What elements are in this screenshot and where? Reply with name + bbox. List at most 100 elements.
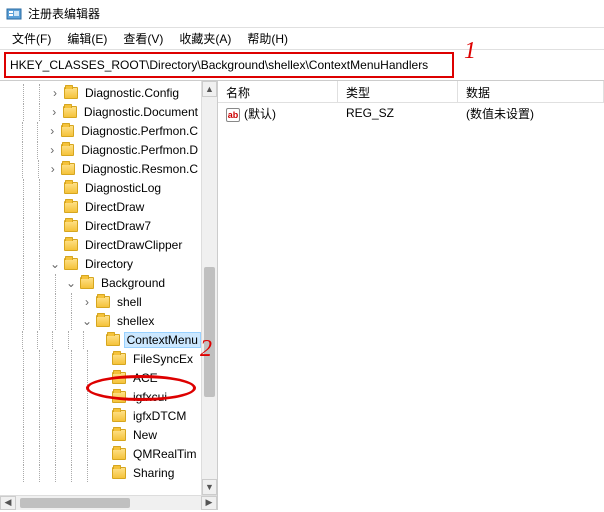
col-header-data[interactable]: 数据 bbox=[458, 81, 604, 102]
tree-item[interactable]: FileSyncEx bbox=[0, 350, 201, 368]
folder-icon bbox=[112, 410, 126, 422]
tree-item[interactable]: igfxDTCM bbox=[0, 407, 201, 425]
scroll-down-button[interactable]: ▼ bbox=[202, 479, 217, 495]
list-row[interactable]: ab(默认) REG_SZ (数值未设置) bbox=[218, 103, 604, 123]
tree-label: Sharing bbox=[130, 465, 177, 481]
tree-label: DiagnosticLog bbox=[82, 180, 164, 196]
scroll-up-button[interactable]: ▲ bbox=[202, 81, 217, 97]
col-header-name[interactable]: 名称 bbox=[218, 81, 338, 102]
tree-item[interactable]: DiagnosticLog bbox=[0, 179, 201, 197]
tree-item[interactable]: ACE bbox=[0, 369, 201, 387]
scroll-track[interactable] bbox=[202, 97, 217, 479]
tree-item[interactable]: › Diagnostic.Document bbox=[0, 103, 201, 121]
chevron-down-icon[interactable]: ⌄ bbox=[80, 314, 94, 328]
tree-item[interactable]: QMRealTim bbox=[0, 445, 201, 463]
chevron-down-icon[interactable]: ⌄ bbox=[64, 276, 78, 290]
tree-leaf-icon bbox=[96, 352, 110, 366]
tree-item[interactable]: › Diagnostic.Perfmon.C bbox=[0, 122, 201, 140]
menu-help[interactable]: 帮助(H) bbox=[239, 28, 296, 49]
tree-item[interactable]: DirectDrawClipper bbox=[0, 236, 201, 254]
tree-item[interactable]: › Diagnostic.Config bbox=[0, 84, 201, 102]
tree-label: Diagnostic.Document bbox=[81, 104, 201, 120]
menu-view[interactable]: 查看(V) bbox=[115, 28, 171, 49]
chevron-down-icon[interactable]: ⌄ bbox=[48, 257, 62, 271]
tree-item[interactable]: › shell bbox=[0, 293, 201, 311]
tree-pane: ›Diagnostic.Config›Diagnostic.Document›D… bbox=[0, 81, 218, 510]
registry-tree[interactable]: ›Diagnostic.Config›Diagnostic.Document›D… bbox=[0, 81, 201, 485]
folder-icon bbox=[61, 163, 75, 175]
chevron-right-icon[interactable]: › bbox=[47, 105, 61, 119]
chevron-right-icon[interactable]: › bbox=[80, 295, 94, 309]
tree-item[interactable]: ⌄ Background bbox=[0, 274, 201, 292]
tree-item[interactable]: ContextMenu bbox=[0, 331, 201, 349]
folder-icon bbox=[112, 391, 126, 403]
window-title: 注册表编辑器 bbox=[28, 5, 100, 22]
scroll-thumb[interactable] bbox=[204, 267, 215, 397]
tree-item[interactable]: ⌄shellex bbox=[0, 312, 201, 330]
tree-label: New bbox=[130, 427, 160, 443]
menu-file[interactable]: 文件(F) bbox=[4, 28, 59, 49]
menubar: 文件(F) 编辑(E) 查看(V) 收藏夹(A) 帮助(H) bbox=[0, 28, 604, 50]
tree-leaf-icon bbox=[48, 238, 62, 252]
content-area: ›Diagnostic.Config›Diagnostic.Document›D… bbox=[0, 80, 604, 510]
folder-icon bbox=[96, 315, 110, 327]
folder-icon bbox=[61, 125, 74, 137]
scroll-left-button[interactable]: ◀ bbox=[0, 496, 16, 510]
list-pane: 名称 类型 数据 ab(默认) REG_SZ (数值未设置) bbox=[218, 81, 604, 510]
chevron-right-icon[interactable]: › bbox=[46, 162, 59, 176]
folder-icon bbox=[112, 353, 126, 365]
tree-label: Diagnostic.Perfmon.C bbox=[78, 123, 201, 139]
menu-edit[interactable]: 编辑(E) bbox=[59, 28, 115, 49]
row-type: REG_SZ bbox=[338, 104, 458, 122]
tree-leaf-icon bbox=[48, 219, 62, 233]
address-bar[interactable] bbox=[4, 52, 454, 78]
tree-label: ContextMenu bbox=[124, 332, 201, 348]
address-input[interactable] bbox=[10, 58, 448, 72]
menu-favorites[interactable]: 收藏夹(A) bbox=[171, 28, 239, 49]
tree-leaf-icon bbox=[91, 333, 104, 347]
tree-leaf-icon bbox=[48, 200, 62, 214]
folder-icon bbox=[64, 258, 78, 270]
folder-icon bbox=[64, 87, 78, 99]
tree-item[interactable]: DirectDraw7 bbox=[0, 217, 201, 235]
tree-item[interactable]: Sharing bbox=[0, 464, 201, 482]
folder-icon bbox=[112, 467, 126, 479]
folder-icon bbox=[64, 182, 78, 194]
list-header: 名称 类型 数据 bbox=[218, 81, 604, 103]
tree-item[interactable]: New bbox=[0, 426, 201, 444]
tree-item[interactable]: ›Diagnostic.Resmon.C bbox=[0, 160, 201, 178]
tree-item[interactable]: › Diagnostic.Perfmon.D bbox=[0, 141, 201, 159]
tree-label: igfxDTCM bbox=[130, 408, 189, 424]
tree-item[interactable]: igfxcui bbox=[0, 388, 201, 406]
col-header-type[interactable]: 类型 bbox=[338, 81, 458, 102]
tree-label: Background bbox=[98, 275, 168, 291]
row-name: ab(默认) bbox=[218, 103, 338, 124]
scroll-h-thumb[interactable] bbox=[20, 498, 130, 508]
folder-icon bbox=[61, 144, 74, 156]
tree-scrollbar-vertical[interactable]: ▲ ▼ bbox=[201, 81, 217, 495]
folder-icon bbox=[80, 277, 94, 289]
tree-leaf-icon bbox=[96, 371, 110, 385]
tree-scrollbar-horizontal[interactable]: ◀ ▶ bbox=[0, 495, 217, 510]
row-data: (数值未设置) bbox=[458, 103, 604, 124]
tree-item[interactable]: DirectDraw bbox=[0, 198, 201, 216]
tree-label: igfxcui bbox=[130, 389, 170, 405]
folder-icon bbox=[112, 429, 126, 441]
scroll-h-track[interactable] bbox=[16, 496, 201, 510]
tree-label: FileSyncEx bbox=[130, 351, 196, 367]
tree-label: Diagnostic.Config bbox=[82, 85, 182, 101]
folder-icon bbox=[64, 201, 78, 213]
scroll-right-button[interactable]: ▶ bbox=[201, 496, 217, 510]
folder-icon bbox=[96, 296, 110, 308]
chevron-right-icon[interactable]: › bbox=[46, 143, 59, 157]
chevron-right-icon[interactable]: › bbox=[46, 124, 59, 138]
tree-leaf-icon bbox=[96, 409, 110, 423]
string-value-icon: ab bbox=[226, 108, 240, 122]
tree-label: QMRealTim bbox=[130, 446, 200, 462]
tree-label: Diagnostic.Perfmon.D bbox=[78, 142, 201, 158]
tree-label: shell bbox=[114, 294, 145, 310]
tree-leaf-icon bbox=[48, 181, 62, 195]
chevron-right-icon[interactable]: › bbox=[48, 86, 62, 100]
tree-leaf-icon bbox=[96, 447, 110, 461]
tree-item[interactable]: ⌄Directory bbox=[0, 255, 201, 273]
